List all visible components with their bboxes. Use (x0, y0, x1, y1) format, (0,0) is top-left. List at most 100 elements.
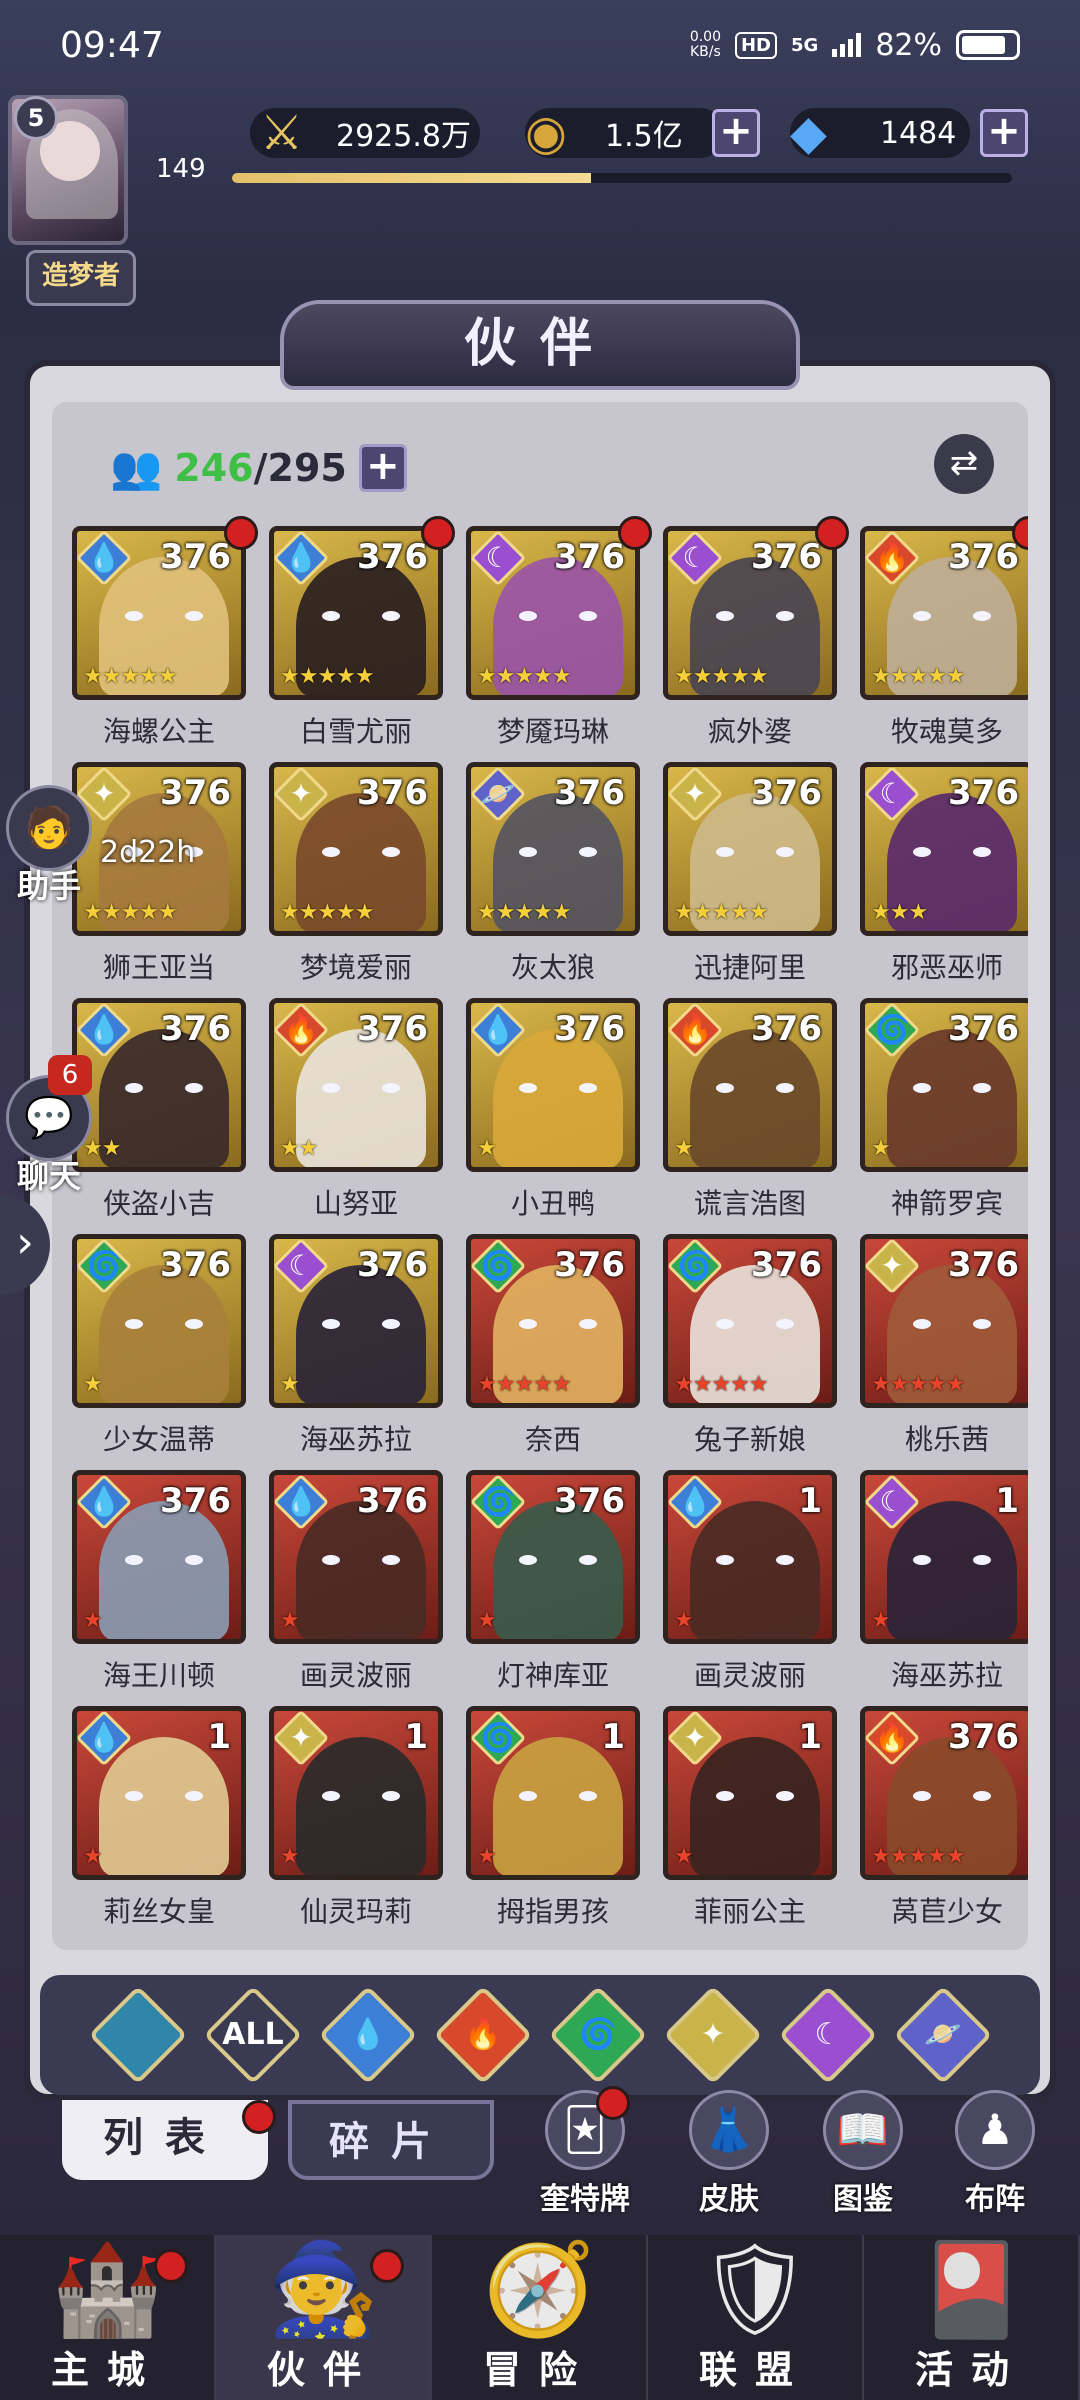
hero-card[interactable]: ☾ 1 ★ 海巫苏拉 (860, 1470, 1028, 1692)
notification-dot (815, 516, 849, 550)
chess-icon: ♟ (955, 2090, 1035, 2170)
hero-card[interactable]: ✦ 376 ★★★★★ 桃乐茜 (860, 1234, 1028, 1456)
filter-light[interactable]: ✦ (663, 1985, 762, 2085)
expand-capacity-button[interactable]: + (358, 444, 407, 492)
hero-stars: ★★★★★ (674, 664, 769, 689)
hero-card[interactable]: 🌀 376 ★★★★★ 兔子新娘 (663, 1234, 837, 1456)
hero-card[interactable]: 💧 376 ★ 海王川顿 (72, 1470, 246, 1692)
hero-stars: ★★★★★ (871, 1844, 966, 1869)
add-gems-button[interactable]: + (980, 109, 1028, 157)
water-icon: 💧 (86, 1013, 122, 1046)
compass-icon: 🧭 (482, 2237, 596, 2342)
hero-stars: ★★★★★ (674, 900, 769, 925)
hero-portrait: 🌀 376 ★ (466, 1470, 640, 1644)
filter-all-elements[interactable] (88, 1985, 187, 2085)
hero-stars: ★★★ (871, 900, 928, 925)
xp-progress-bar (232, 173, 1012, 183)
light-icon: ✦ (683, 777, 707, 810)
dark-icon: ☾ (485, 541, 511, 574)
tarot-button[interactable]: 🃏 奎特牌 (530, 2086, 640, 2220)
hero-card[interactable]: 💧 376 ★ 画灵波丽 (269, 1470, 443, 1692)
nav-alliance[interactable]: 🛡 联盟 (648, 2235, 864, 2400)
hero-card[interactable]: 🔥 376 ★★★★★ 牧魂莫多 (860, 516, 1028, 748)
hero-card[interactable]: ☾ 376 ★★★★★ 梦魇玛琳 (466, 516, 652, 748)
nav-adventure[interactable]: 🧭 冒险 (432, 2235, 648, 2400)
skin-button[interactable]: 👗 皮肤 (674, 2090, 784, 2220)
filter-wind[interactable]: 🌀 (548, 1985, 647, 2085)
hero-stars: ★ (477, 1844, 497, 1869)
water-icon: 💧 (480, 1013, 516, 1046)
filter-planet[interactable]: 🪐 (893, 1985, 992, 2085)
hero-card[interactable]: 🪐 376 ★★★★★ 灰太狼 (466, 762, 640, 984)
hero-card[interactable]: 🌀 376 ★ 神箭罗宾 (860, 998, 1028, 1220)
hero-name: 梦境爱丽 (299, 951, 412, 984)
hero-portrait: 🪐 376 ★★★★★ (466, 762, 640, 936)
filter-water[interactable]: 💧 (318, 1985, 417, 2085)
planet-icon: 🪐 (480, 777, 516, 810)
hero-card[interactable]: 🔥 376 ★★★★★ 莴苣少女 (860, 1706, 1028, 1928)
hero-card[interactable]: ✦ 1 ★ 仙灵玛莉 (269, 1706, 443, 1928)
hero-name: 谎言浩图 (693, 1187, 806, 1220)
fire-icon: 🔥 (874, 1721, 910, 1754)
fire-icon: 🔥 (677, 1013, 713, 1046)
hero-card[interactable]: 💧 1 ★ 画灵波丽 (663, 1470, 837, 1692)
partners-icon: 👥 (110, 443, 163, 492)
light-icon: ✦ (289, 777, 313, 810)
hero-card[interactable]: 💧 376 ★★ 侠盗小吉 (72, 998, 246, 1220)
filter-all[interactable]: ALL (203, 1985, 302, 2085)
assistant-avatar-icon: 🧑 (6, 785, 92, 871)
hero-name: 海王川顿 (102, 1659, 215, 1692)
hero-portrait: 💧 376 ★ (466, 998, 640, 1172)
sort-toggle-icon[interactable]: ⇄ (934, 434, 994, 494)
codex-button[interactable]: 📖 图鉴 (808, 2090, 918, 2220)
assistant-button[interactable]: 🧑 助手 (6, 785, 92, 907)
hero-card[interactable]: ✦ 1 ★ 菲丽公主 (663, 1706, 837, 1928)
hero-level: 376 (357, 1245, 428, 1285)
hero-card[interactable]: 💧 376 ★★★★★ 海螺公主 (72, 516, 258, 748)
tab-fragments[interactable]: 碎片 (288, 2100, 494, 2180)
formation-button[interactable]: ♟ 布阵 (940, 2090, 1050, 2220)
filter-dark[interactable]: ☾ (778, 1985, 877, 2085)
add-gold-button[interactable]: + (712, 109, 760, 157)
hero-card[interactable]: 🌀 376 ★★★★★ 奈西 (466, 1234, 640, 1456)
hero-portrait: ✦ 1 ★ (269, 1706, 443, 1880)
tab-list[interactable]: 列表 (62, 2100, 276, 2180)
hero-card[interactable]: 🌀 1 ★ 拇指男孩 (466, 1706, 640, 1928)
hero-card[interactable]: ✦ 376 ★★★★★ 梦境爱丽 (269, 762, 443, 984)
hero-stars: ★★★★★ (83, 900, 178, 925)
signal-icon (832, 33, 862, 57)
hero-portrait: ☾ 376 ★ (269, 1234, 443, 1408)
hero-portrait: ☾ 376 ★★★ (860, 762, 1028, 936)
hero-name: 奈西 (524, 1423, 581, 1456)
hero-stars: ★★★★★ (871, 664, 966, 689)
hero-card[interactable]: ☾ 376 ★ 海巫苏拉 (269, 1234, 443, 1456)
nav-city[interactable]: 🏰 主城 (0, 2235, 216, 2400)
hero-level: 376 (357, 537, 428, 577)
hero-card[interactable]: ☾ 376 ★★★ 邪恶巫师 (860, 762, 1028, 984)
nav-partner[interactable]: 🧙 伙伴 (216, 2235, 432, 2400)
hero-card[interactable]: 💧 376 ★ 小丑鸭 (466, 998, 640, 1220)
hero-name: 梦魇玛琳 (496, 715, 609, 748)
wind-icon: 🌀 (874, 1013, 910, 1046)
hero-stars: ★ (280, 1372, 300, 1397)
hero-name: 海巫苏拉 (299, 1423, 412, 1456)
water-icon: 💧 (283, 1485, 319, 1518)
hero-card[interactable]: 🔥 376 ★★ 山努亚 (269, 998, 443, 1220)
hero-card[interactable]: 🌀 376 ★ 少女温蒂 (72, 1234, 246, 1456)
player-title-badge[interactable]: 造梦者 (26, 250, 136, 306)
player-level-badge: 5 (14, 96, 58, 140)
hero-card[interactable]: ☾ 376 ★★★★★ 疯外婆 (663, 516, 849, 748)
hero-level: 376 (751, 1245, 822, 1285)
hero-card[interactable]: 🌀 376 ★ 灯神库亚 (466, 1470, 640, 1692)
bottom-navigation: 🏰 主城 🧙 伙伴 🧭 冒险 🛡 联盟 🎴 活动 (0, 2235, 1080, 2400)
filter-fire[interactable]: 🔥 (433, 1985, 532, 2085)
hero-card[interactable]: 💧 1 ★ 莉丝女皇 (72, 1706, 246, 1928)
hero-card[interactable]: 💧 376 ★★★★★ 白雪尤丽 (269, 516, 455, 748)
dark-icon: ☾ (879, 777, 905, 810)
network-type: 5G (791, 34, 819, 56)
hero-portrait: 🔥 376 ★★★★★ (860, 526, 1028, 700)
nav-events[interactable]: 🎴 活动 (864, 2235, 1080, 2400)
hero-stars: ★ (871, 1608, 891, 1633)
hero-card[interactable]: 🔥 376 ★ 谎言浩图 (663, 998, 837, 1220)
hero-card[interactable]: ✦ 376 ★★★★★ 迅捷阿里 (663, 762, 837, 984)
